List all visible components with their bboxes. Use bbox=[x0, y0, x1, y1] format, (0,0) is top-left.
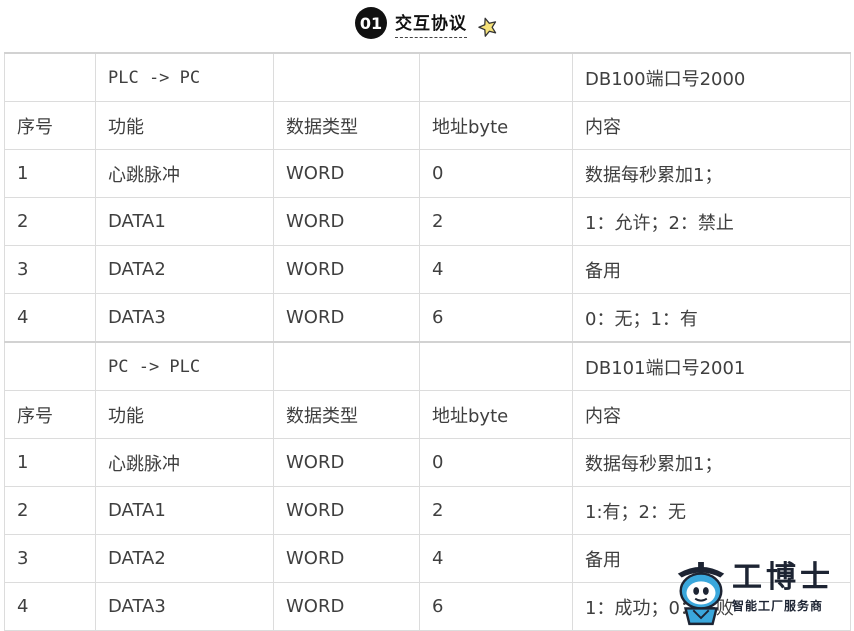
table-cell: 2 bbox=[4, 197, 96, 246]
table-cell: 0 bbox=[419, 438, 573, 487]
table-cell bbox=[419, 341, 573, 391]
table-cell: 1 bbox=[4, 149, 96, 198]
table-cell bbox=[273, 52, 420, 102]
table-cell: 备用 bbox=[572, 245, 851, 294]
robot-mascot-icon bbox=[677, 562, 725, 626]
column-header: 数据类型 bbox=[273, 390, 420, 439]
table-cell: 4 bbox=[419, 534, 573, 583]
table-cell bbox=[4, 341, 96, 391]
table-cell: DATA1 bbox=[95, 197, 274, 246]
table-cell: 6 bbox=[419, 293, 573, 343]
table-row: 2 DATA1 WORD 2 1:有；2：无 bbox=[4, 486, 851, 535]
protocol-table: PLC -> PC DB100端口号2000 序号 功能 数据类型 地址byte… bbox=[4, 52, 851, 631]
table-cell: 1：允许；2：禁止 bbox=[572, 197, 851, 246]
table-cell: 6 bbox=[419, 582, 573, 631]
table-cell: WORD bbox=[273, 293, 420, 343]
table-row: 2 DATA1 WORD 2 1：允许；2：禁止 bbox=[4, 197, 851, 246]
table-row: 1 心跳脉冲 WORD 0 数据每秒累加1； bbox=[4, 438, 851, 487]
section-title: 01 交互协议 bbox=[0, 0, 854, 46]
column-header: 序号 bbox=[4, 101, 96, 150]
table-cell: WORD bbox=[273, 486, 420, 535]
table-cell: 4 bbox=[419, 245, 573, 294]
table-cell: 0 bbox=[419, 149, 573, 198]
table-cell: 0：无；1：有 bbox=[572, 293, 851, 343]
table-cell: DATA1 bbox=[95, 486, 274, 535]
table-row: 3 DATA2 WORD 4 备用 bbox=[4, 245, 851, 294]
column-header: 内容 bbox=[572, 101, 851, 150]
column-header: 功能 bbox=[95, 390, 274, 439]
table-cell: 4 bbox=[4, 582, 96, 631]
table-cell: 1 bbox=[4, 438, 96, 487]
table-cell: 4 bbox=[4, 293, 96, 343]
direction-label: PLC -> PC bbox=[95, 52, 274, 102]
table-cell: WORD bbox=[273, 245, 420, 294]
table-cell: WORD bbox=[273, 582, 420, 631]
table-cell: WORD bbox=[273, 534, 420, 583]
table-cell: 3 bbox=[4, 534, 96, 583]
brand-watermark: 工博士 智能工厂服务商 bbox=[672, 556, 854, 628]
table-cell: WORD bbox=[273, 197, 420, 246]
table-cell: DATA3 bbox=[95, 293, 274, 343]
table-cell: WORD bbox=[273, 438, 420, 487]
brand-tagline: 智能工厂服务商 bbox=[732, 599, 824, 613]
table-cell: DATA2 bbox=[95, 534, 274, 583]
table-cell: 数据每秒累加1； bbox=[572, 438, 851, 487]
db-port-label: DB100端口号2000 bbox=[572, 52, 851, 102]
table-cell bbox=[4, 52, 96, 102]
section-heading: 交互协议 bbox=[395, 9, 467, 38]
section-header-row: PLC -> PC DB100端口号2000 bbox=[4, 52, 851, 102]
db-port-label: DB101端口号2001 bbox=[572, 341, 851, 391]
table-cell: 2 bbox=[419, 197, 573, 246]
column-header: 功能 bbox=[95, 101, 274, 150]
column-header: 数据类型 bbox=[273, 101, 420, 150]
table-cell: DATA2 bbox=[95, 245, 274, 294]
star-icon bbox=[478, 17, 497, 37]
table-cell: 2 bbox=[4, 486, 96, 535]
brand-name: 工博士 bbox=[732, 560, 834, 595]
table-row: 1 心跳脉冲 WORD 0 数据每秒累加1； bbox=[4, 149, 851, 198]
table-cell: 1:有；2：无 bbox=[572, 486, 851, 535]
column-header: 地址byte bbox=[419, 101, 573, 150]
section-header-row: PC -> PLC DB101端口号2001 bbox=[4, 341, 851, 391]
table-cell: WORD bbox=[273, 149, 420, 198]
table-cell bbox=[419, 52, 573, 102]
table-cell: 3 bbox=[4, 245, 96, 294]
direction-label: PC -> PLC bbox=[95, 341, 274, 391]
column-header-row: 序号 功能 数据类型 地址byte 内容 bbox=[4, 390, 851, 439]
column-header: 序号 bbox=[4, 390, 96, 439]
section-number-badge: 01 bbox=[355, 7, 387, 39]
table-cell: 心跳脉冲 bbox=[95, 149, 274, 198]
column-header: 内容 bbox=[572, 390, 851, 439]
table-cell bbox=[273, 341, 420, 391]
table-cell: 2 bbox=[419, 486, 573, 535]
table-cell: 心跳脉冲 bbox=[95, 438, 274, 487]
table-cell: 数据每秒累加1； bbox=[572, 149, 851, 198]
table-row: 4 DATA3 WORD 6 0：无；1：有 bbox=[4, 293, 851, 343]
column-header: 地址byte bbox=[419, 390, 573, 439]
table-cell: DATA3 bbox=[95, 582, 274, 631]
column-header-row: 序号 功能 数据类型 地址byte 内容 bbox=[4, 101, 851, 150]
